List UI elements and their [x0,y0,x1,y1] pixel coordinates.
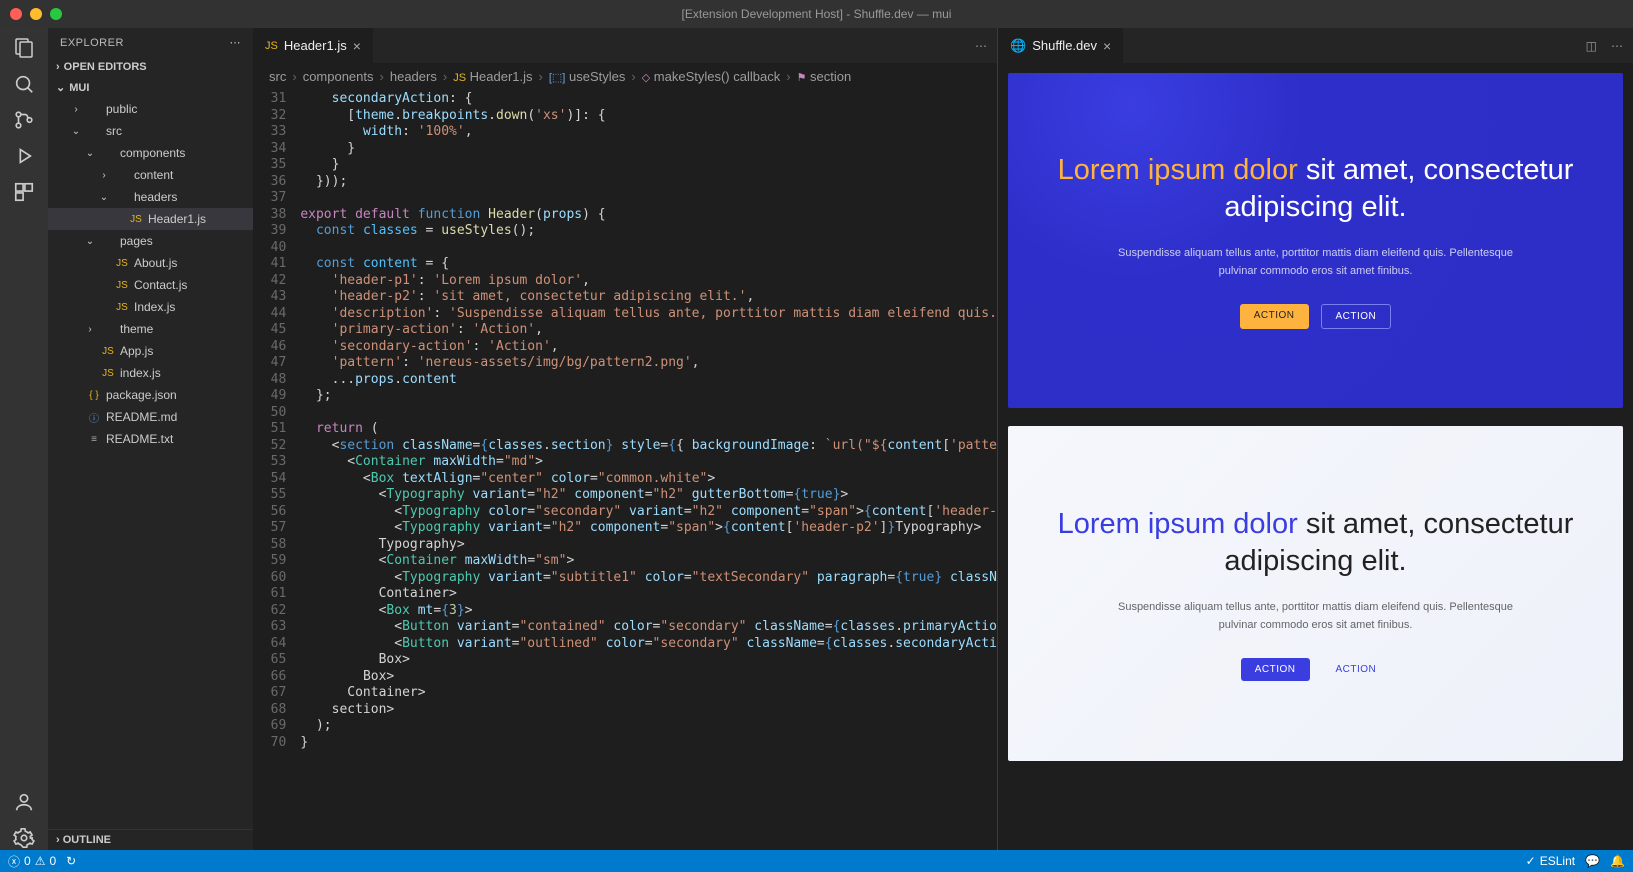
status-bar: ⓧ 0 ⚠ 0 ↻ ✓ ESLint 💬 🔔 [0,850,1633,872]
tree-item-contact-js[interactable]: JSContact.js [48,274,253,296]
globe-icon: 🌐 [1010,38,1026,54]
close-tab-icon[interactable]: × [353,38,361,54]
search-icon[interactable] [12,72,36,96]
tree-item-index-js[interactable]: JSindex.js [48,362,253,384]
tree-item-about-js[interactable]: JSAbout.js [48,252,253,274]
breadcrumb[interactable]: src›components›headers›JS Header1.js›[⬚]… [253,63,997,89]
status-sync-icon[interactable]: ↻ [66,854,76,868]
error-count: 0 [24,854,31,868]
tree-item-pages[interactable]: ⌄pages [48,230,253,252]
settings-icon[interactable] [12,826,36,850]
tree-item-index-js[interactable]: JSIndex.js [48,296,253,318]
tree-item-package-json[interactable]: { }package.json [48,384,253,406]
debug-icon[interactable] [12,144,36,168]
file-tree: ›public⌄src⌄components›content⌄headersJS… [48,98,253,829]
warning-count: 0 [49,854,56,868]
window-title: [Extension Development Host] - Shuffle.d… [0,7,1633,21]
status-problems[interactable]: ⓧ 0 ⚠ 0 [8,853,56,870]
heading-secondary: Lorem ipsum dolor [1058,154,1306,186]
tree-item-components[interactable]: ⌄components [48,142,253,164]
tree-item-app-js[interactable]: JSApp.js [48,340,253,362]
preview-card-light: Lorem ipsum dolor sit amet, consectetur … [1008,426,1623,761]
preview-description: Suspendisse aliquam tellus ante, porttit… [1106,245,1526,280]
folder-root-header[interactable]: ⌄MUI [48,77,253,98]
js-file-icon: JS [265,40,278,52]
secondary-action-button[interactable]: ACTION [1322,658,1391,681]
status-eslint[interactable]: ✓ ESLint [1526,854,1575,868]
sidebar-title: EXPLORER [60,37,124,49]
preview-heading: Lorem ipsum dolor sit amet, consectetur … [1048,506,1583,581]
tree-item-header1-js[interactable]: JSHeader1.js [48,208,253,230]
secondary-action-button[interactable]: ACTION [1321,304,1392,329]
preview-tab-label: Shuffle.dev [1032,38,1097,53]
tree-item-content[interactable]: ›content [48,164,253,186]
status-feedback-icon[interactable]: 💬 [1585,854,1600,868]
open-editors-label: OPEN EDITORS [64,61,147,73]
titlebar: [Extension Development Host] - Shuffle.d… [0,0,1633,28]
tree-item-src[interactable]: ⌄src [48,120,253,142]
folder-root-label: MUI [69,82,89,94]
tree-item-headers[interactable]: ⌄headers [48,186,253,208]
tree-item-readme-md[interactable]: ⓘREADME.md [48,406,253,428]
preview-body[interactable]: Lorem ipsum dolor sit amet, consectetur … [998,63,1633,850]
tree-item-theme[interactable]: ›theme [48,318,253,340]
code-editor: JS Header1.js × ⋯ src›components›headers… [253,28,998,850]
split-editor-icon[interactable]: ◫ [1586,39,1597,53]
source-control-icon[interactable] [12,108,36,132]
editor-tabs: JS Header1.js × ⋯ [253,28,997,63]
heading-secondary: Lorem ipsum dolor [1058,508,1306,540]
primary-action-button[interactable]: ACTION [1241,658,1310,681]
preview-card-dark: Lorem ipsum dolor sit amet, consectetur … [1008,73,1623,408]
tab-shuffle-dev[interactable]: 🌐 Shuffle.dev × [998,28,1123,63]
outline-label: OUTLINE [63,834,111,846]
status-bell-icon[interactable]: 🔔 [1610,854,1625,868]
explorer-sidebar: EXPLORER ⋯ ›OPEN EDITORS ⌄MUI ›public⌄sr… [48,28,253,850]
close-preview-tab-icon[interactable]: × [1103,38,1111,54]
code-area[interactable]: 31 32 33 34 35 36 37 38 39 40 41 42 43 4… [253,89,997,850]
explorer-icon[interactable] [12,36,36,60]
preview-pane: 🌐 Shuffle.dev × ◫ ⋯ Lorem ipsum dolor si… [998,28,1633,850]
eslint-label: ESLint [1540,854,1575,868]
outline-header[interactable]: › OUTLINE [48,829,253,850]
editor-actions-icon[interactable]: ⋯ [965,39,997,53]
preview-heading: Lorem ipsum dolor sit amet, consectetur … [1048,152,1583,227]
open-editors-header[interactable]: ›OPEN EDITORS [48,57,253,77]
preview-description: Suspendisse aliquam tellus ante, porttit… [1106,599,1526,634]
tab-header1-js[interactable]: JS Header1.js × [253,28,373,63]
preview-more-icon[interactable]: ⋯ [1611,39,1623,53]
tab-label: Header1.js [284,38,347,53]
primary-action-button[interactable]: ACTION [1240,304,1309,329]
account-icon[interactable] [12,790,36,814]
sidebar-more-icon[interactable]: ⋯ [230,36,242,49]
tree-item-public[interactable]: ›public [48,98,253,120]
activity-bar [0,28,48,850]
tree-item-readme-txt[interactable]: ≡README.txt [48,428,253,450]
extensions-icon[interactable] [12,180,36,204]
